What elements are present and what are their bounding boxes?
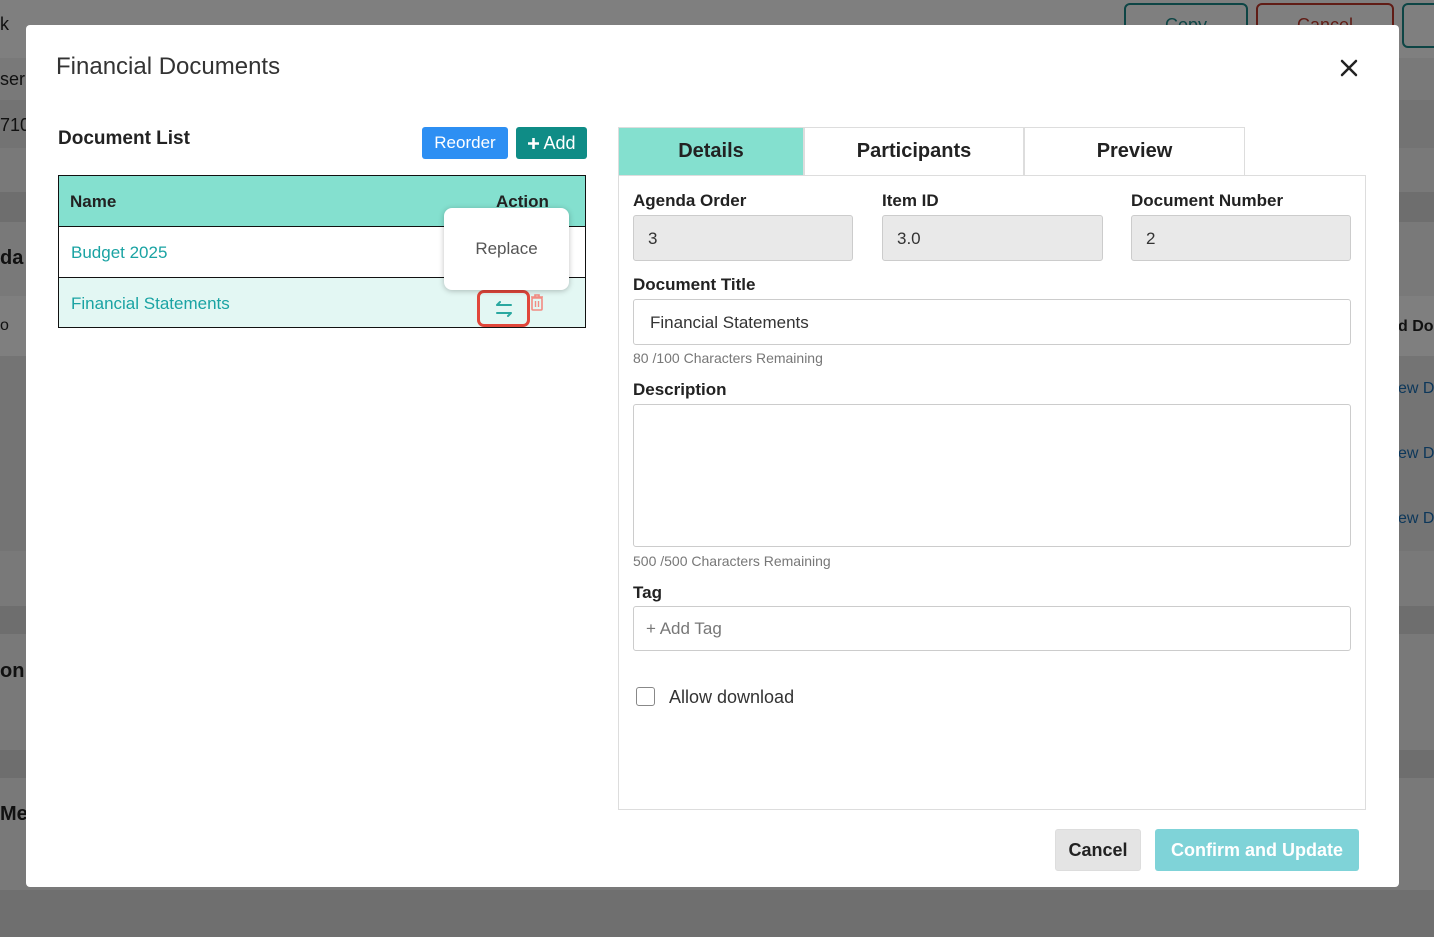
document-title-label: Document Title (633, 275, 756, 294)
agenda-order-field[interactable]: 3 (633, 215, 853, 261)
description-label: Description (633, 380, 727, 399)
add-button[interactable]: Add (516, 127, 587, 159)
tag-label: Tag (633, 583, 662, 602)
detail-tabs: Details Participants Preview (618, 127, 1245, 175)
tab-preview[interactable]: Preview (1024, 127, 1245, 175)
close-button[interactable] (1334, 53, 1364, 83)
document-link[interactable]: Financial Statements (71, 294, 230, 314)
financial-documents-modal: Financial Documents Document List Reorde… (26, 25, 1399, 887)
reorder-button[interactable]: Reorder (422, 127, 508, 159)
document-title-field[interactable]: Financial Statements (633, 299, 1351, 345)
column-header-name: Name (70, 192, 117, 211)
confirm-and-update-button[interactable]: Confirm and Update (1155, 829, 1359, 871)
agenda-order-label: Agenda Order (633, 191, 747, 210)
cancel-button[interactable]: Cancel (1055, 829, 1141, 871)
title-characters-remaining: 80 /100 Characters Remaining (633, 350, 823, 366)
description-characters-remaining: 500 /500 Characters Remaining (633, 553, 831, 569)
allow-download-label[interactable]: Allow download (669, 687, 794, 708)
trash-icon (531, 294, 543, 311)
document-number-label: Document Number (1131, 191, 1284, 210)
description-textarea[interactable] (633, 404, 1351, 547)
replace-icon (495, 300, 512, 317)
document-number-field[interactable]: 2 (1131, 215, 1351, 261)
close-icon (1340, 59, 1358, 77)
add-tag-input[interactable]: + Add Tag (633, 606, 1351, 651)
modal-title: Financial Documents (56, 53, 281, 80)
details-panel: Agenda Order 3 Item ID 3.0 Document Numb… (618, 175, 1366, 810)
tab-participants[interactable]: Participants (804, 127, 1024, 175)
delete-button[interactable] (529, 292, 547, 314)
document-list-title: Document List (58, 128, 190, 149)
document-link[interactable]: Budget 2025 (71, 243, 167, 263)
add-button-label: Add (543, 132, 576, 153)
replace-tooltip: Replace (444, 208, 569, 290)
replace-button[interactable] (477, 290, 530, 327)
allow-download-checkbox[interactable] (636, 687, 655, 706)
tab-details[interactable]: Details (618, 127, 804, 175)
item-id-field[interactable]: 3.0 (882, 215, 1103, 261)
plus-icon (528, 137, 540, 149)
item-id-label: Item ID (882, 191, 939, 210)
